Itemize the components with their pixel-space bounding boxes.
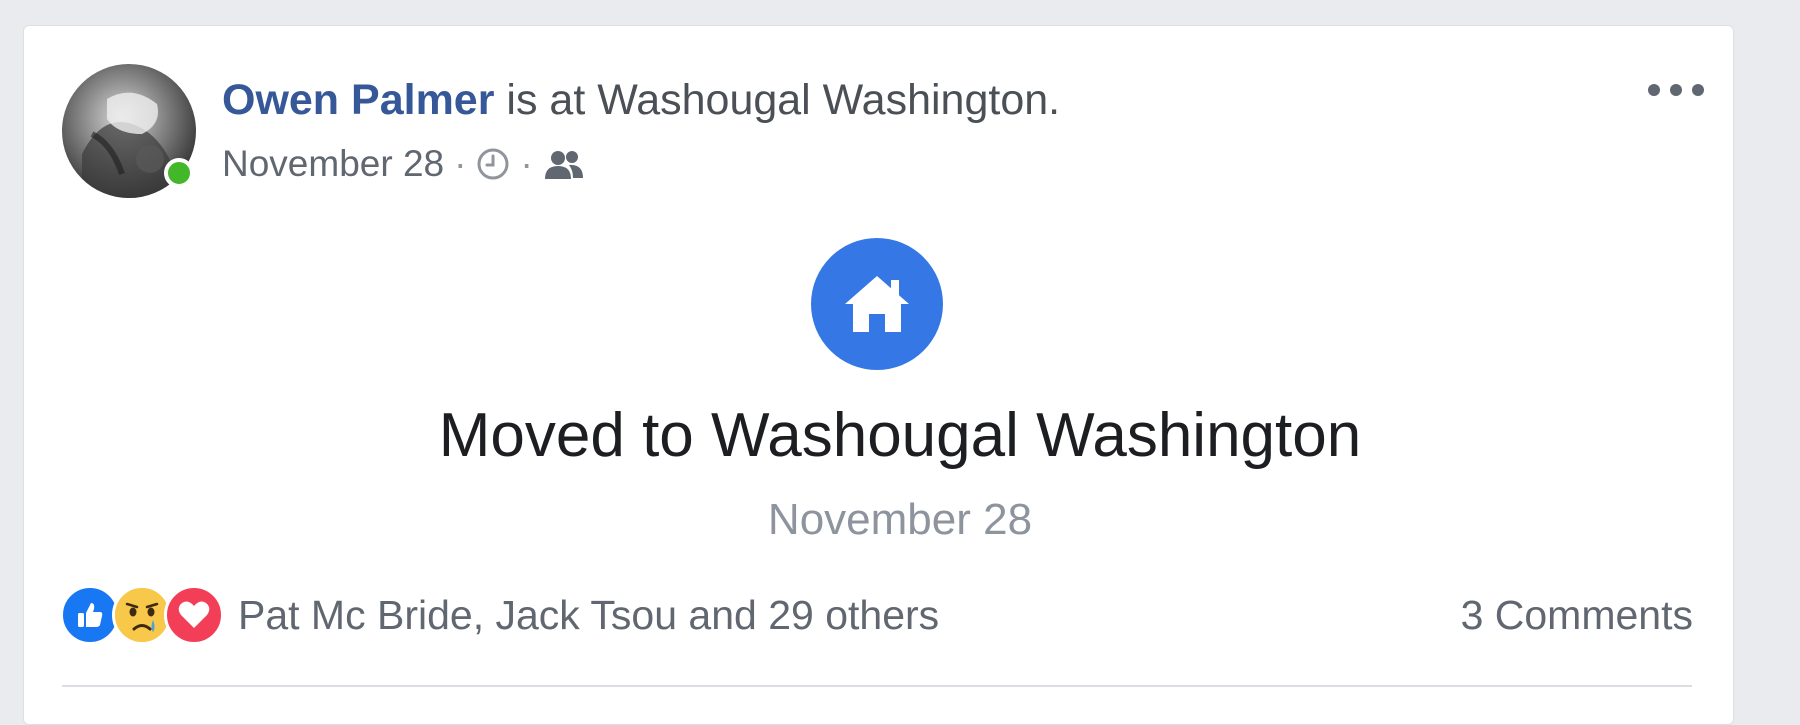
home-icon (811, 238, 943, 370)
reaction-icons (60, 585, 224, 645)
more-options-icon[interactable] (1648, 78, 1704, 102)
check-in-text: is at Washougal Washington. (494, 76, 1061, 124)
sad-icon (112, 585, 172, 645)
meta-separator: · (454, 143, 467, 184)
friends-icon[interactable] (543, 147, 585, 181)
online-status-indicator (164, 158, 194, 188)
post-headline: Owen Palmer is at Washougal Washington. (222, 74, 1060, 126)
divider (62, 685, 1692, 687)
comments-count-link[interactable]: 3 Comments (1461, 592, 1693, 639)
reaction-names-link[interactable]: Pat Mc Bride, Jack Tsou and 29 others (238, 592, 939, 639)
post-meta: November 28 · · (222, 142, 585, 186)
post-date-link[interactable]: November 28 (222, 142, 444, 186)
like-icon (60, 585, 120, 645)
author-name-link[interactable]: Owen Palmer (222, 76, 494, 124)
more-dot (1670, 84, 1682, 96)
love-icon (164, 585, 224, 645)
clock-icon[interactable] (476, 147, 510, 181)
reactions-summary[interactable]: Pat Mc Bride, Jack Tsou and 29 others (60, 585, 939, 645)
more-dot (1692, 84, 1704, 96)
more-dot (1648, 84, 1660, 96)
life-event-date: November 28 (767, 495, 1033, 544)
life-event-title: Moved to Washougal Washington (438, 401, 1362, 470)
meta-separator: · (520, 143, 533, 184)
